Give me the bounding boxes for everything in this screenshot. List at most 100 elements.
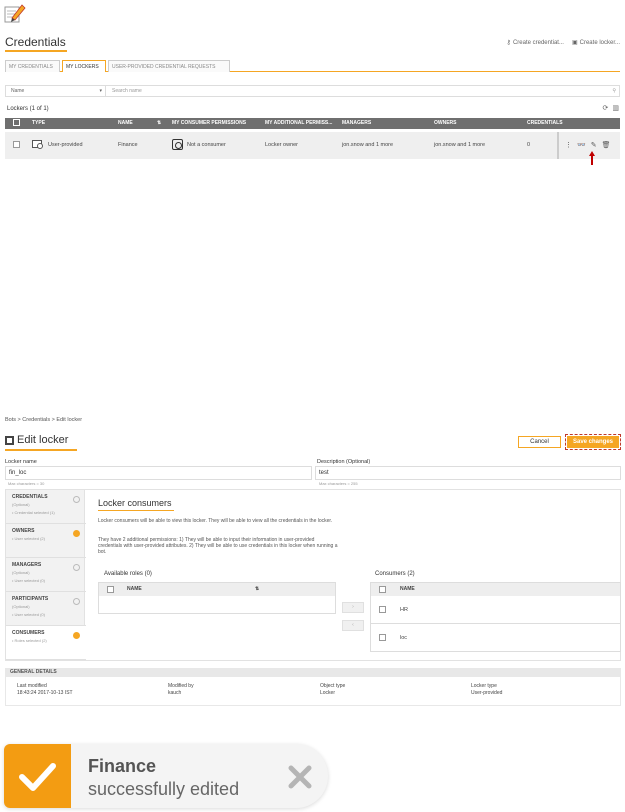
description-label: Description (Optional) (317, 459, 371, 465)
locker-name-input[interactable]: fin_loc (5, 466, 312, 480)
consumers-select-all-checkbox[interactable] (379, 586, 386, 593)
general-details-header: GENERAL DETAILS (5, 668, 621, 676)
tab-bar: MY CREDENTIALS MY LOCKERS USER-PROVIDED … (5, 60, 620, 72)
sort-icon[interactable]: ⇅ (157, 118, 161, 129)
edit-locker-title: Edit locker (17, 434, 69, 446)
step-credentials[interactable]: CREDENTIALS (Optional) • Credential sele… (6, 490, 86, 524)
list-item[interactable]: loc (371, 624, 620, 652)
roles-select-all-checkbox[interactable] (107, 586, 114, 593)
col-type[interactable]: TYPE (32, 118, 45, 129)
object-type-block: Object type Locker (320, 683, 345, 697)
col-owners[interactable]: OWNERS (434, 118, 457, 129)
row-checkbox[interactable] (13, 132, 20, 159)
roles-name-col[interactable]: NAME (127, 583, 142, 596)
view-binoculars-icon[interactable]: 👓 (577, 132, 586, 159)
create-locker-label: Create locker... (579, 39, 620, 46)
delete-trash-icon[interactable]: 🗑 (602, 132, 611, 159)
locker-consumers-title: Locker consumers (98, 498, 172, 508)
object-type-value: Locker (320, 690, 336, 696)
tab-user-provided-requests[interactable]: USER-PROVIDED CREDENTIAL REQUESTS (108, 60, 230, 72)
more-options-icon[interactable]: ⋮ (565, 132, 572, 159)
row-type: User-provided (48, 142, 83, 148)
user-provided-icon (32, 132, 44, 159)
row-owners: jon.snow and 1 more (434, 142, 486, 148)
table-row[interactable]: User-provided Finance Not a consumer Loc… (5, 132, 620, 159)
search-input[interactable]: Search name (112, 86, 142, 96)
lockers-count: Lockers (1 of 1) (7, 106, 49, 112)
close-icon[interactable] (287, 764, 313, 790)
move-left-button[interactable]: ‹ (342, 620, 364, 631)
save-changes-button[interactable]: Save changes (565, 434, 621, 450)
roles-table-header: NAME ⇅ (99, 583, 335, 596)
last-modified-label: Last modified (17, 683, 47, 689)
locker-name-hint: Max characters = 30 (8, 481, 45, 486)
locker-type-value: User-provided (471, 690, 503, 696)
locker-icon (5, 435, 14, 445)
locker-icon: ▣ (571, 40, 578, 46)
last-modified-block: Last modified 18:43:24 2017-10-13 IST (17, 683, 73, 697)
toast-message: successfully edited (88, 779, 240, 799)
step-participants[interactable]: PARTICIPANTS (Optional) • User selected … (6, 592, 86, 626)
description-input[interactable]: test (315, 466, 621, 480)
available-roles-label: Available roles (0) (104, 571, 152, 577)
columns-icon[interactable]: ▥ (612, 104, 619, 112)
success-check-icon (4, 744, 71, 808)
step-consumers[interactable]: CONSUMERS • Roles selected (2) (6, 626, 86, 660)
col-managers[interactable]: MANAGERS (342, 118, 371, 129)
tab-my-lockers[interactable]: MY LOCKERS (62, 60, 106, 72)
wizard-steps: CREDENTIALS (Optional) • Credential sele… (5, 489, 86, 661)
col-name[interactable]: NAME (118, 118, 133, 129)
step-participants-summary: • User selected (0) (12, 612, 45, 617)
col-consumer-permissions[interactable]: MY CONSUMER PERMISSIONS (172, 118, 246, 129)
general-details: Last modified 18:43:24 2017-10-13 IST Mo… (5, 676, 621, 706)
consumer-name: HR (400, 607, 408, 613)
row-additional-permissions: Locker owner (265, 142, 299, 148)
pencil-note-icon (4, 4, 26, 23)
consumers-permissions-text: They have 2 additional permissions: 1) T… (98, 537, 338, 555)
modified-by-value: kauch (168, 690, 182, 696)
select-all-checkbox[interactable] (13, 118, 20, 129)
locker-name-label: Locker name (5, 459, 37, 465)
step-managers[interactable]: MANAGERS (Optional) • User selected (0) (6, 558, 86, 592)
filter-field-select[interactable]: Name ▾ (6, 86, 106, 96)
save-changes-label: Save changes (567, 436, 619, 448)
available-roles-table: NAME ⇅ (98, 582, 336, 614)
step-owners[interactable]: OWNERS • User selected (2) (6, 524, 86, 558)
last-modified-value: 18:43:24 2017-10-13 IST (17, 690, 73, 696)
consumer-checkbox[interactable] (379, 606, 386, 613)
move-right-button[interactable]: › (342, 602, 364, 613)
consumers-name-col[interactable]: NAME (400, 583, 415, 596)
list-item[interactable]: HR (371, 596, 620, 624)
sort-icon[interactable]: ⇅ (255, 583, 259, 596)
locker-type-block: Locker type User-provided (471, 683, 502, 697)
page-title: Credentials (5, 35, 66, 49)
consumers-label: Consumers (2) (375, 571, 415, 577)
success-toast: Finance successfully edited (4, 744, 328, 808)
step-status-icon (73, 496, 80, 503)
create-credential-link[interactable]: ⚷ Create credentiat... (507, 39, 564, 47)
object-type-label: Object type (320, 683, 346, 689)
col-additional-permissions[interactable]: MY ADDITIONAL PERMISS... (265, 118, 332, 129)
toast-title: Finance (88, 756, 157, 776)
search-icon[interactable]: ⚲ (612, 86, 616, 96)
consumers-description: Locker consumers will be able to view th… (98, 518, 333, 524)
consumer-name: loc (400, 635, 408, 641)
tab-my-credentials[interactable]: MY CREDENTIALS (5, 60, 60, 72)
col-credentials[interactable]: CREDENTIALS (527, 118, 563, 129)
consumer-checkbox[interactable] (379, 634, 386, 641)
filter-bar: Name ▾ Search name ⚲ (5, 85, 620, 97)
step-credentials-summary: • Credential selected (1) (12, 510, 55, 515)
header-actions: ⚷ Create credentiat... ▣ Create locker..… (507, 39, 620, 47)
create-credential-label: Create credentiat... (512, 39, 564, 46)
create-locker-link[interactable]: ▣ Create locker... (571, 39, 620, 47)
refresh-icon[interactable]: ⟳ (603, 104, 609, 112)
step-status-icon (73, 564, 80, 571)
filter-field-value: Name (11, 88, 25, 94)
consumers-table: NAME HR loc (370, 582, 621, 652)
edit-title-underline (5, 449, 77, 451)
chevron-down-icon: ▾ (99, 88, 102, 94)
row-managers: jon.snow and 1 more (342, 142, 394, 148)
cancel-button[interactable]: Cancel (518, 436, 561, 448)
breadcrumb[interactable]: Bots > Credentials > Edit locker (5, 417, 82, 423)
row-credentials: 0 (527, 142, 531, 148)
